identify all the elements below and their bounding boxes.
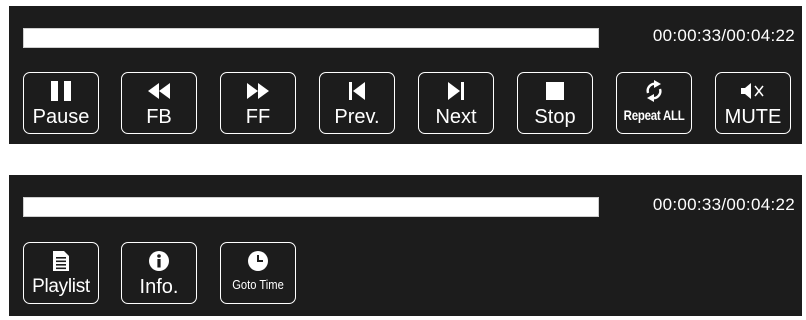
progress-bar[interactable] xyxy=(23,28,599,48)
time-display: 00:00:33/00:04:22 xyxy=(652,26,795,45)
next-label: Next xyxy=(435,106,477,128)
fast-backward-icon xyxy=(122,82,196,100)
fast-forward-label: FF xyxy=(245,106,271,128)
stop-button[interactable]: Stop xyxy=(517,72,593,134)
previous-label: Prev. xyxy=(334,106,380,128)
mute-label: MUTE xyxy=(724,106,782,128)
playlist-label: Playlist xyxy=(32,276,90,297)
pause-icon xyxy=(24,81,98,101)
playback-control-bar: 00:00:33/00:04:22 Pause FB FF Prev. Next… xyxy=(9,6,802,144)
previous-button[interactable]: Prev. xyxy=(319,72,395,134)
mute-icon xyxy=(716,82,790,100)
progress-bar[interactable] xyxy=(23,197,599,217)
stop-label: Stop xyxy=(534,106,576,128)
goto-time-label: Goto Time xyxy=(232,277,284,292)
repeat-all-button[interactable]: Repeat ALL xyxy=(616,72,692,134)
mute-button[interactable]: MUTE xyxy=(715,72,791,134)
fast-backward-button[interactable]: FB xyxy=(121,72,197,134)
repeat-all-label: Repeat ALL xyxy=(623,107,685,123)
pause-label: Pause xyxy=(32,106,90,128)
next-button[interactable]: Next xyxy=(418,72,494,134)
repeat-icon xyxy=(617,80,691,102)
info-button[interactable]: Info. xyxy=(121,242,197,304)
stop-icon xyxy=(518,82,592,100)
clock-icon xyxy=(221,251,295,271)
info-icon xyxy=(122,251,196,271)
playlist-button[interactable]: Playlist xyxy=(23,242,99,304)
time-display: 00:00:33/00:04:22 xyxy=(652,195,795,214)
playlist-icon xyxy=(24,251,98,271)
pause-button[interactable]: Pause xyxy=(23,72,99,134)
info-label: Info. xyxy=(139,276,179,298)
options-control-bar: 00:00:33/00:04:22 Playlist Info. Goto Ti… xyxy=(9,175,802,316)
goto-time-button[interactable]: Goto Time xyxy=(220,242,296,304)
fast-forward-icon xyxy=(221,82,295,100)
previous-icon xyxy=(320,82,394,100)
fast-backward-label: FB xyxy=(146,106,172,128)
next-icon xyxy=(419,82,493,100)
fast-forward-button[interactable]: FF xyxy=(220,72,296,134)
